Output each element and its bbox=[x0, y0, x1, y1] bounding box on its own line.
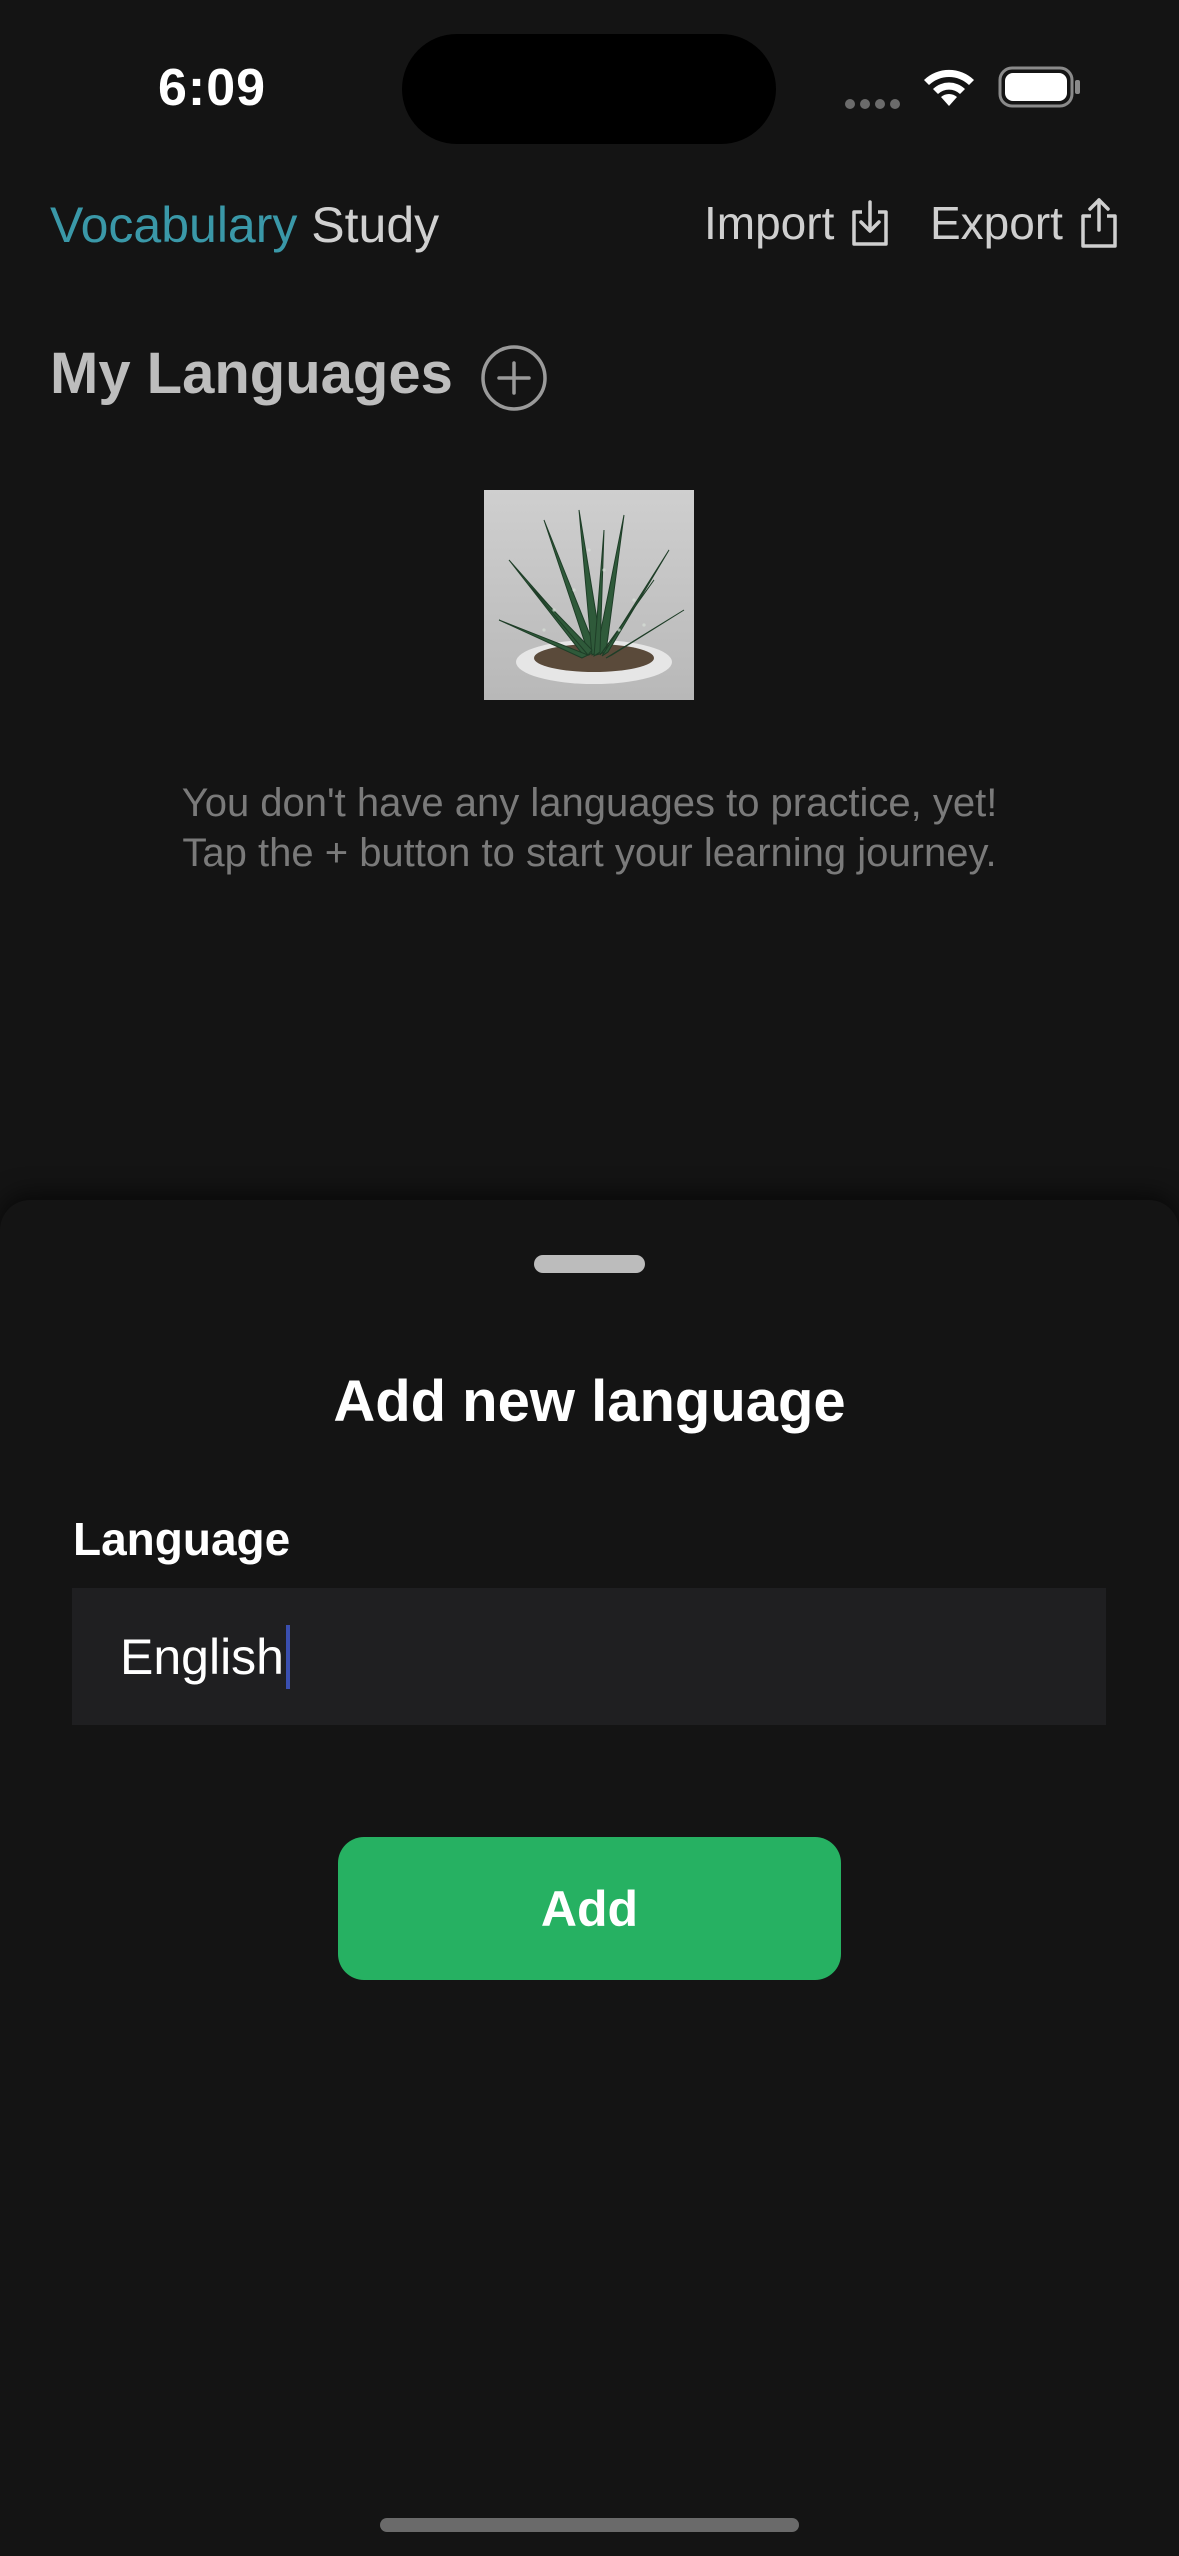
app-title-rest: Study bbox=[311, 197, 440, 253]
sheet-grabber[interactable] bbox=[534, 1255, 645, 1273]
home-indicator bbox=[380, 2518, 799, 2532]
add-button[interactable]: Add bbox=[338, 1837, 841, 1980]
app-title: Vocabulary Study bbox=[50, 196, 439, 254]
status-time: 6:09 bbox=[158, 59, 267, 117]
plant-image bbox=[484, 490, 694, 700]
language-field-label: Language bbox=[73, 1513, 291, 1565]
import-icon bbox=[852, 200, 889, 246]
sheet-title: Add new language bbox=[333, 1369, 846, 1434]
text-caret bbox=[286, 1624, 290, 1689]
add-language-button[interactable] bbox=[480, 344, 548, 412]
add-language-sheet: Add new language Language English Add bbox=[0, 1200, 1179, 2556]
section-title: My Languages bbox=[50, 341, 453, 406]
language-input[interactable]: English bbox=[72, 1588, 1106, 1725]
screen: 6:09 Vocabulary Study Import Export My L… bbox=[0, 0, 1179, 2556]
battery-icon bbox=[998, 66, 1082, 113]
export-icon bbox=[1081, 198, 1117, 248]
empty-state-line-2: Tap the + button to start your learning … bbox=[182, 831, 997, 875]
plus-circle-icon bbox=[481, 345, 547, 411]
wifi-icon bbox=[921, 64, 977, 113]
export-button[interactable]: Export bbox=[930, 196, 1121, 250]
import-label: Import bbox=[704, 197, 835, 249]
export-label: Export bbox=[930, 197, 1063, 249]
dynamic-island bbox=[402, 34, 776, 144]
empty-state-message: You don't have any languages to practice… bbox=[0, 778, 1179, 878]
language-input-value: English bbox=[120, 1628, 284, 1685]
empty-state-line-1: You don't have any languages to practice… bbox=[181, 781, 998, 825]
import-button[interactable]: Import bbox=[704, 196, 892, 250]
cellular-signal-icon bbox=[845, 96, 905, 114]
app-title-accent: Vocabulary bbox=[50, 197, 298, 253]
